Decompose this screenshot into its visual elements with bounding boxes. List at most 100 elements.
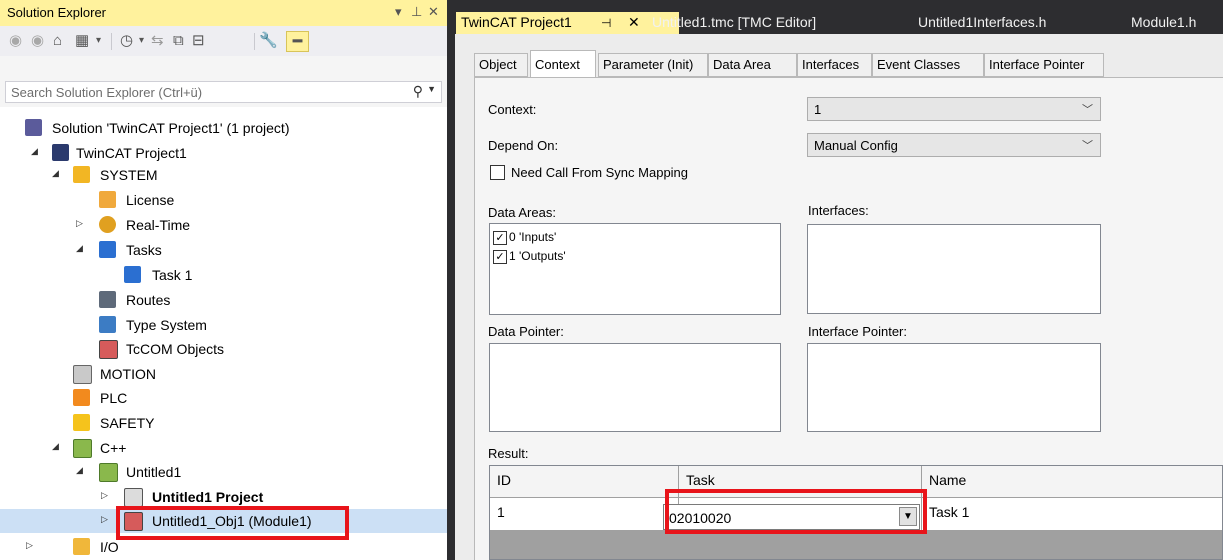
tree-item-tccom-objects[interactable]: TcCOM Objects xyxy=(0,337,447,361)
search-options-dropdown-icon[interactable]: ▼ xyxy=(427,84,436,94)
tab-interfaces[interactable]: Interfaces xyxy=(797,53,872,77)
solution-explorer-toolbar: ◉ ◉ ⌂ ▦ ▾ ◷ ▾ ⇆ ⧉ ⊟ 🔧 ━ xyxy=(0,26,447,56)
motion-icon xyxy=(73,365,92,384)
tree-item-tasks[interactable]: ◢ Tasks xyxy=(0,238,447,262)
close-tab-icon[interactable]: ✕ xyxy=(628,14,640,31)
cell-id[interactable]: 1 xyxy=(490,498,679,531)
panel-splitter[interactable] xyxy=(447,0,455,560)
filter-dropdown-icon[interactable]: ▾ xyxy=(139,31,144,51)
tree-item-motion[interactable]: MOTION xyxy=(0,362,447,386)
tree-item-label: Solution 'TwinCAT Project1' (1 project) xyxy=(52,120,290,136)
data-areas-listbox[interactable]: ✓ 0 'Inputs' ✓ 1 'Outputs' xyxy=(489,223,781,315)
sync-with-active-document-icon[interactable]: ⇆ xyxy=(151,31,164,51)
search-icon[interactable]: ⚲ xyxy=(413,83,423,100)
io-icon xyxy=(73,538,90,555)
tree-item-label: C++ xyxy=(100,440,127,456)
need-call-checkbox[interactable] xyxy=(490,165,505,180)
safety-icon xyxy=(73,414,90,431)
cell-name[interactable]: Task 1 xyxy=(922,498,1222,531)
tab-interface-pointer[interactable]: Interface Pointer xyxy=(984,53,1104,77)
tab-context[interactable]: Context xyxy=(530,50,596,78)
tree-item-label: Routes xyxy=(126,292,171,308)
tree-item-plc[interactable]: PLC xyxy=(0,386,447,410)
context-combobox[interactable]: 1 ﹀ xyxy=(807,97,1101,121)
panel-title: Solution Explorer xyxy=(7,5,106,20)
tab-module1-h[interactable]: Module1.h xyxy=(1131,14,1196,30)
pending-changes-filter-icon[interactable]: ◷ xyxy=(120,31,133,51)
toolbar-separator xyxy=(254,33,255,50)
routes-icon xyxy=(99,291,116,308)
vc-project-icon xyxy=(124,488,143,507)
tree-item-routes[interactable]: Routes xyxy=(0,288,447,312)
interfaces-listbox[interactable] xyxy=(807,224,1101,314)
switch-views-dropdown-icon[interactable]: ▾ xyxy=(96,31,101,51)
tree-item-license[interactable]: License xyxy=(0,188,447,212)
tree-item-cpp[interactable]: ◢ C++ xyxy=(0,436,447,460)
expand-arrow-icon[interactable]: ▷ xyxy=(76,218,83,229)
tree-item-label: PLC xyxy=(100,390,128,406)
tree-item-label: Type System xyxy=(126,317,207,333)
column-header-name[interactable]: Name xyxy=(922,466,1222,498)
expand-arrow-icon[interactable]: ▷ xyxy=(101,490,108,501)
tree-item-task-1[interactable]: Task 1 xyxy=(0,263,447,287)
tree-item-label: SAFETY xyxy=(100,415,155,431)
collapse-arrow-icon[interactable]: ◢ xyxy=(52,168,59,179)
data-pointer-listbox[interactable] xyxy=(489,343,781,432)
tree-item-safety[interactable]: SAFETY xyxy=(0,411,447,435)
tab-untitled1interfaces-h[interactable]: Untitled1Interfaces.h xyxy=(918,14,1046,30)
tab-object[interactable]: Object xyxy=(474,53,528,77)
window-position-dropdown-icon[interactable]: ▾ xyxy=(395,4,402,20)
collapse-arrow-icon[interactable]: ◢ xyxy=(76,243,83,254)
auto-hide-pin-icon[interactable]: ⊥ xyxy=(411,4,422,20)
highlight-box-task xyxy=(665,489,927,534)
expand-arrow-icon[interactable]: ▷ xyxy=(101,514,108,525)
tree-item-label: SYSTEM xyxy=(100,167,158,183)
tab-data-area[interactable]: Data Area xyxy=(708,53,797,77)
collapse-arrow-icon[interactable]: ◢ xyxy=(76,465,83,476)
tree-item-label: License xyxy=(126,192,175,208)
solution-explorer-titlebar: Solution Explorer ▾ ⊥ ✕ xyxy=(0,0,447,27)
collapse-arrow-icon[interactable]: ◢ xyxy=(52,441,59,452)
collapse-all-icon[interactable]: ⧉ xyxy=(173,31,184,51)
expand-arrow-icon[interactable]: ▷ xyxy=(26,540,33,551)
chevron-down-icon: ﹀ xyxy=(1082,140,1093,152)
need-call-label: Need Call From Sync Mapping xyxy=(511,165,689,180)
tree-item-type-system[interactable]: Type System xyxy=(0,313,447,337)
tree-item-untitled1[interactable]: ◢ Untitled1 xyxy=(0,460,447,484)
list-item: 0 'Inputs' xyxy=(509,230,557,244)
preview-selected-items-icon[interactable]: ━ xyxy=(286,31,309,52)
tab-untitled1-tmc[interactable]: Untitled1.tmc [TMC Editor] xyxy=(652,14,816,30)
show-all-files-icon[interactable]: ⊟ xyxy=(192,31,205,51)
switch-views-icon[interactable]: ▦ xyxy=(75,31,89,51)
type-system-icon xyxy=(99,316,116,333)
home-icon[interactable]: ⌂ xyxy=(53,31,62,51)
tree-item-real-time[interactable]: ▷ Real-Time xyxy=(0,213,447,237)
tccom-objects-icon xyxy=(99,340,118,359)
checkmark-icon[interactable]: ✓ xyxy=(493,250,507,264)
collapse-arrow-icon[interactable]: ◢ xyxy=(31,146,38,157)
tab-parameter-init[interactable]: Parameter (Init) xyxy=(598,53,708,77)
license-icon xyxy=(99,191,116,208)
tab-event-classes[interactable]: Event Classes xyxy=(872,53,984,77)
depend-on-combobox[interactable]: Manual Config ﹀ xyxy=(807,133,1101,157)
tree-item-label: Untitled1 xyxy=(126,464,182,480)
interface-pointer-listbox[interactable] xyxy=(807,343,1101,432)
tree-item-label: Task 1 xyxy=(152,267,193,283)
tree-item-system[interactable]: ◢ SYSTEM xyxy=(0,163,447,187)
result-label: Result: xyxy=(488,446,529,461)
forward-icon[interactable]: ◉ xyxy=(31,31,44,51)
pin-tab-icon[interactable]: ⊣ xyxy=(601,16,611,30)
checkmark-icon[interactable]: ✓ xyxy=(493,231,507,245)
depend-on-value: Manual Config xyxy=(814,138,898,153)
toolbar-separator xyxy=(111,33,112,50)
system-icon xyxy=(73,166,90,183)
column-header-id[interactable]: ID xyxy=(490,466,679,498)
tree-item-label: TwinCAT Project1 xyxy=(76,145,187,161)
context-label: Context: xyxy=(488,102,537,117)
tree-item-twincat-project[interactable]: ◢ TwinCAT Project1 xyxy=(0,141,447,165)
tree-item-solution[interactable]: Solution 'TwinCAT Project1' (1 project) xyxy=(0,116,447,140)
search-solution-explorer-input[interactable]: Search Solution Explorer (Ctrl+ü) ⚲ ▼ xyxy=(5,81,442,103)
properties-wrench-icon[interactable]: 🔧 xyxy=(259,31,278,51)
back-icon[interactable]: ◉ xyxy=(9,31,22,51)
close-icon[interactable]: ✕ xyxy=(428,4,439,20)
